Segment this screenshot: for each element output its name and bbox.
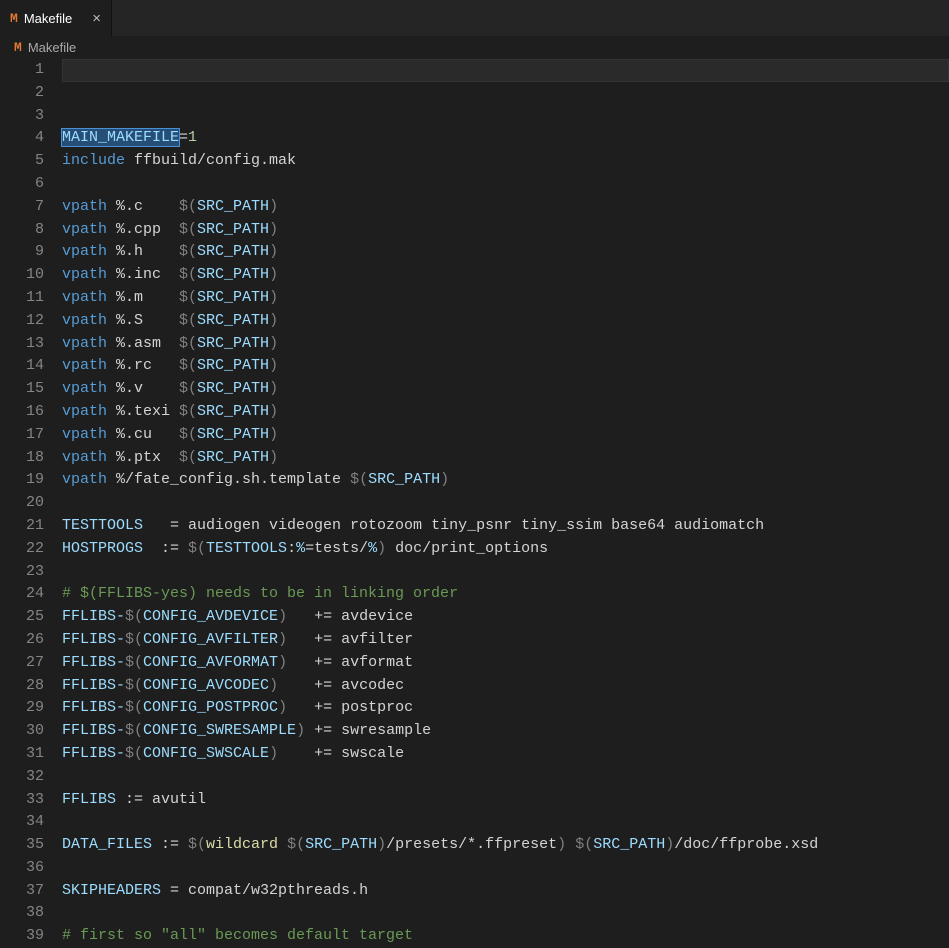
breadcrumb[interactable]: M Makefile [0, 36, 949, 57]
code-content: MAIN_MAKEFILE=1include ffbuild/config.ma… [62, 127, 949, 948]
close-icon[interactable]: × [92, 10, 101, 27]
line-number: 20 [0, 492, 44, 515]
line-number: 18 [0, 447, 44, 470]
code-line [62, 766, 949, 789]
code-line: vpath %.texi $(SRC_PATH) [62, 401, 949, 424]
line-number: 26 [0, 629, 44, 652]
line-number: 36 [0, 857, 44, 880]
line-number-gutter: 1234567891011121314151617181920212223242… [0, 57, 62, 945]
code-line [62, 561, 949, 584]
code-line: FFLIBS-$(CONFIG_POSTPROC) += postproc [62, 697, 949, 720]
code-line: include ffbuild/config.mak [62, 150, 949, 173]
line-number: 9 [0, 241, 44, 264]
code-line: vpath %.c $(SRC_PATH) [62, 196, 949, 219]
line-number: 22 [0, 538, 44, 561]
line-number: 6 [0, 173, 44, 196]
code-area[interactable]: MAIN_MAKEFILE=1include ffbuild/config.ma… [62, 57, 949, 945]
code-line: FFLIBS-$(CONFIG_SWSCALE) += swscale [62, 743, 949, 766]
code-line [62, 173, 949, 196]
code-line: FFLIBS-$(CONFIG_AVFORMAT) += avformat [62, 652, 949, 675]
code-line: vpath %.m $(SRC_PATH) [62, 287, 949, 310]
line-number: 32 [0, 766, 44, 789]
line-number: 14 [0, 355, 44, 378]
line-number: 8 [0, 219, 44, 242]
line-number: 4 [0, 127, 44, 150]
code-line: vpath %.ptx $(SRC_PATH) [62, 447, 949, 470]
line-number: 21 [0, 515, 44, 538]
code-line [62, 811, 949, 834]
line-number: 25 [0, 606, 44, 629]
breadcrumb-title: Makefile [28, 40, 76, 55]
line-number: 16 [0, 401, 44, 424]
line-number: 13 [0, 333, 44, 356]
code-line: vpath %.asm $(SRC_PATH) [62, 333, 949, 356]
code-line [62, 902, 949, 925]
code-line: TESTTOOLS = audiogen videogen rotozoom t… [62, 515, 949, 538]
code-line: vpath %.rc $(SRC_PATH) [62, 355, 949, 378]
line-number: 15 [0, 378, 44, 401]
line-number: 31 [0, 743, 44, 766]
line-number: 30 [0, 720, 44, 743]
makefile-icon: M [10, 11, 18, 26]
line-number: 1 [0, 59, 44, 82]
code-line: SKIPHEADERS = compat/w32pthreads.h [62, 880, 949, 903]
line-number: 24 [0, 583, 44, 606]
line-number: 37 [0, 880, 44, 903]
line-number: 33 [0, 789, 44, 812]
code-line: vpath %.v $(SRC_PATH) [62, 378, 949, 401]
line-number: 34 [0, 811, 44, 834]
code-line: FFLIBS-$(CONFIG_AVFILTER) += avfilter [62, 629, 949, 652]
code-line: # $(FFLIBS-yes) needs to be in linking o… [62, 583, 949, 606]
tab-title: Makefile [24, 11, 72, 26]
tab-makefile[interactable]: M Makefile × [0, 0, 112, 36]
line-number: 11 [0, 287, 44, 310]
code-line: vpath %/fate_config.sh.template $(SRC_PA… [62, 469, 949, 492]
code-line: FFLIBS-$(CONFIG_AVCODEC) += avcodec [62, 675, 949, 698]
line-number: 23 [0, 561, 44, 584]
code-line: DATA_FILES := $(wildcard $(SRC_PATH)/pre… [62, 834, 949, 857]
code-line: FFLIBS-$(CONFIG_SWRESAMPLE) += swresampl… [62, 720, 949, 743]
code-line [62, 857, 949, 880]
line-number: 5 [0, 150, 44, 173]
line-number: 19 [0, 469, 44, 492]
line-number: 39 [0, 925, 44, 948]
line-number: 17 [0, 424, 44, 447]
editor[interactable]: 1234567891011121314151617181920212223242… [0, 57, 949, 945]
code-line: vpath %.S $(SRC_PATH) [62, 310, 949, 333]
tab-bar: M Makefile × [0, 0, 949, 36]
line-number: 28 [0, 675, 44, 698]
line-number: 10 [0, 264, 44, 287]
code-line: FFLIBS := avutil [62, 789, 949, 812]
code-line: # first so "all" becomes default target [62, 925, 949, 948]
line-number: 35 [0, 834, 44, 857]
code-line: MAIN_MAKEFILE=1 [62, 127, 949, 150]
line-number: 38 [0, 902, 44, 925]
line-number: 27 [0, 652, 44, 675]
line-number: 29 [0, 697, 44, 720]
code-line: vpath %.cu $(SRC_PATH) [62, 424, 949, 447]
code-line: vpath %.inc $(SRC_PATH) [62, 264, 949, 287]
line-number: 3 [0, 105, 44, 128]
line-number: 2 [0, 82, 44, 105]
code-line: vpath %.cpp $(SRC_PATH) [62, 219, 949, 242]
code-line: HOSTPROGS := $(TESTTOOLS:%=tests/%) doc/… [62, 538, 949, 561]
line-number: 12 [0, 310, 44, 333]
makefile-icon: M [14, 40, 22, 55]
code-line: vpath %.h $(SRC_PATH) [62, 241, 949, 264]
current-line-highlight [62, 59, 949, 82]
code-line: FFLIBS-$(CONFIG_AVDEVICE) += avdevice [62, 606, 949, 629]
code-line [62, 492, 949, 515]
line-number: 7 [0, 196, 44, 219]
